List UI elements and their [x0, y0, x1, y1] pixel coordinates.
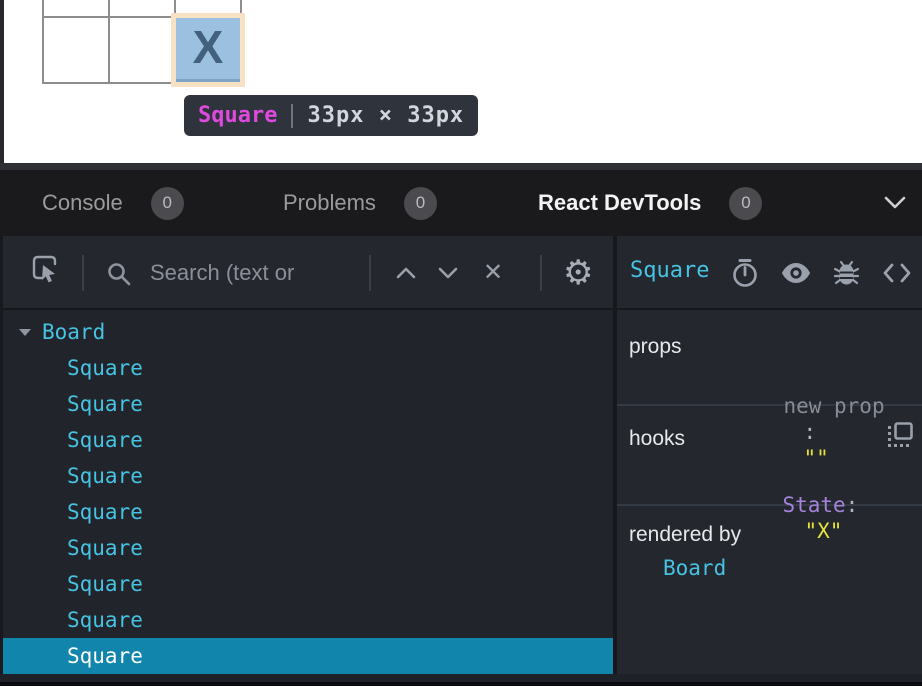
parse-hook-names-icon[interactable] [887, 422, 914, 448]
tooltip-divider [291, 104, 293, 128]
component-name: Square [67, 494, 143, 530]
tab-console-badge: 0 [151, 187, 184, 220]
bug-icon[interactable] [833, 259, 860, 287]
devtools-drawer-tabbar: Console 0 Problems 0 React DevTools 0 [0, 170, 922, 236]
bottom-strip [0, 674, 922, 682]
search-clear-button[interactable]: ✕ [483, 261, 503, 285]
board-square[interactable] [176, 0, 240, 16]
tab-label: React DevTools [538, 190, 701, 216]
tab-react-devtools[interactable]: React DevTools 0 [538, 170, 762, 236]
selected-component-title: Square [630, 258, 709, 283]
square-letter: X [193, 24, 224, 74]
tree-row-square[interactable]: Square [0, 458, 613, 494]
tree-row-square[interactable]: Square [0, 494, 613, 530]
component-name: Board [42, 314, 105, 350]
rendered-by-heading: rendered by [629, 522, 741, 548]
tree-row-square[interactable]: Square [0, 386, 613, 422]
bottom-edge [0, 682, 922, 686]
board-square-highlighted[interactable]: X [176, 18, 240, 82]
board-square[interactable] [110, 18, 174, 82]
page-left-edge [0, 0, 4, 163]
gear-icon[interactable]: ⚙ [563, 256, 593, 290]
tree-toolbar: ✕ ⚙ [0, 236, 613, 310]
props-heading: props [629, 334, 682, 360]
hooks-heading: hooks [629, 426, 685, 452]
search-input[interactable] [150, 256, 358, 290]
component-name: Square [67, 350, 143, 386]
component-name: Square [67, 566, 143, 602]
tooltip-dimensions: 33px × 33px [307, 103, 464, 128]
toolbar-divider [369, 255, 371, 291]
search-next-button[interactable] [437, 266, 459, 280]
tree-row-square-selected[interactable]: Square [0, 638, 613, 674]
tab-problems-badge: 0 [404, 187, 437, 220]
page-devtools-divider [0, 163, 922, 170]
react-devtools-panel: ✕ ⚙ Board Square Square Square Square Sq… [0, 236, 922, 674]
tree-row-square[interactable]: Square [0, 602, 613, 638]
component-name: Square [67, 422, 143, 458]
rendered-by-owner-link[interactable]: Board [663, 555, 726, 581]
tree-row-square[interactable]: Square [0, 530, 613, 566]
tree-row-square[interactable]: Square [0, 422, 613, 458]
tic-tac-toe-board: X [42, 0, 242, 84]
expander-triangle-icon[interactable] [16, 328, 33, 337]
board-square[interactable] [44, 18, 108, 82]
inspector-panel: Square [617, 236, 922, 674]
eye-icon[interactable] [781, 262, 811, 284]
tab-console[interactable]: Console 0 [42, 170, 184, 236]
components-tree-panel: ✕ ⚙ Board Square Square Square Square Sq… [0, 236, 613, 674]
component-name: Square [67, 602, 143, 638]
chevron-down-icon[interactable] [884, 196, 906, 210]
tab-problems[interactable]: Problems 0 [283, 170, 437, 236]
hooks-section: hooks State: "X" [617, 406, 922, 506]
props-section: props new prop : "" [617, 310, 922, 406]
tooltip-component-name: Square [198, 103, 277, 128]
stopwatch-icon[interactable] [731, 258, 759, 288]
inspected-page: X Square 33px × 33px [0, 0, 922, 163]
search-prev-button[interactable] [395, 266, 417, 280]
view-source-icon[interactable] [882, 262, 912, 284]
screenshot-root: X Square 33px × 33px Console 0 Problems … [0, 0, 922, 686]
component-name: Square [67, 530, 143, 566]
element-inspect-tooltip: Square 33px × 33px [184, 95, 478, 136]
search-icon [106, 261, 132, 287]
toolbar-divider [82, 255, 84, 291]
component-name: Square [67, 386, 143, 422]
tree-row-square[interactable]: Square [0, 350, 613, 386]
inspector-toolbar: Square [617, 236, 922, 310]
component-name: Square [67, 638, 143, 674]
board-square[interactable] [110, 0, 174, 16]
tab-label: Problems [283, 190, 376, 216]
rendered-by-section: rendered by Board [617, 506, 922, 674]
tab-label: Console [42, 190, 123, 216]
toolbar-divider [540, 255, 542, 291]
tree-row-square[interactable]: Square [0, 566, 613, 602]
component-tree: Board Square Square Square Square Square… [0, 310, 613, 674]
component-name: Square [67, 458, 143, 494]
tab-react-devtools-badge: 0 [729, 187, 762, 220]
panel-left-edge [0, 236, 3, 674]
inspect-element-button[interactable] [30, 253, 60, 283]
board-square[interactable] [44, 0, 108, 16]
tree-row-board[interactable]: Board [0, 314, 613, 350]
